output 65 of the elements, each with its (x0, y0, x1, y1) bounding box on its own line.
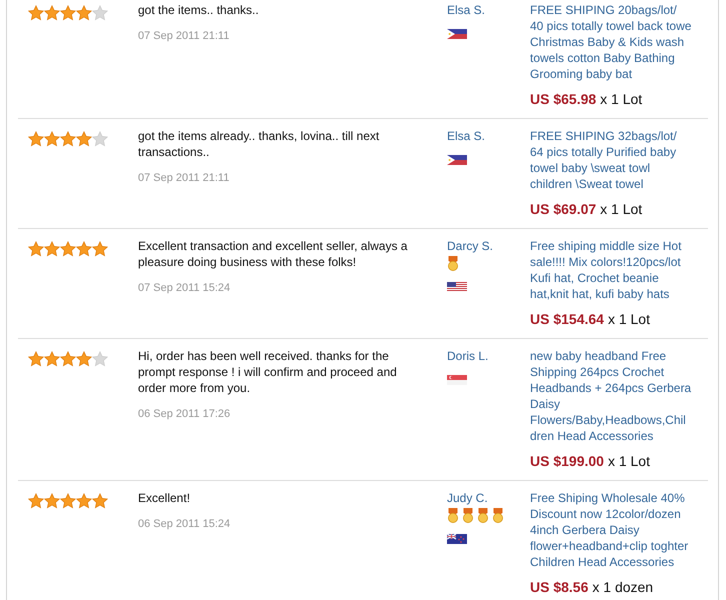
star-icon (28, 131, 44, 147)
medal-icon (447, 256, 459, 271)
star-icon (60, 131, 76, 147)
buyer-name-link[interactable]: Darcy S. (447, 238, 494, 254)
medal-icon (492, 508, 504, 523)
flag-icon (447, 375, 467, 385)
feedback-date: 07 Sep 2011 21:11 (138, 171, 230, 186)
feedback-date: 07 Sep 2011 21:11 (138, 29, 230, 44)
star-icon (44, 493, 60, 509)
star-icon (44, 131, 60, 147)
star-icon (28, 5, 44, 21)
feedback-text: Excellent! (138, 490, 192, 506)
flag-icon (447, 534, 467, 544)
star-icon (28, 241, 44, 257)
quantity-text: x 1 Lot (600, 90, 642, 108)
medal-icon (462, 508, 474, 523)
star-icon (76, 131, 92, 147)
star-icon (60, 5, 76, 21)
feedback-date: 06 Sep 2011 15:24 (138, 517, 232, 532)
price-text: US $69.07 (530, 200, 596, 218)
buyer-name-link[interactable]: Judy C. (447, 490, 488, 506)
star-icon (44, 241, 60, 257)
star-icon (92, 131, 108, 147)
star-icon (28, 493, 44, 509)
star-icon (76, 493, 92, 509)
feedback-text: Hi, order has been well received. thanks for the prompt response ! i will confirm and proceed and order more from you. (138, 348, 398, 396)
product-title-link[interactable]: Free shiping middle size Hot sale!!!! Mix colors!120pcs/lot Kufi hat, Crochet beanie hat,knit hat, kufi baby hats (530, 238, 692, 302)
buyer-name-link[interactable]: Elsa S. (447, 128, 486, 144)
star-icon (92, 351, 108, 367)
feedback-text: got the items.. thanks.. (138, 2, 260, 18)
star-icon (92, 5, 108, 21)
star-icon (76, 5, 92, 21)
product-title-link[interactable]: Free Shiping Wholesale 40% Discount now 12color/dozen 4inch Gerbera Daisy flower+headband+clip toghter Children Head Accessories (530, 490, 692, 570)
feedback-date: 06 Sep 2011 17:26 (138, 407, 232, 422)
product-title-link[interactable]: FREE SHIPING 32bags/lot/ 64 pics totally Purified baby towel baby \sweat towl children \Sweat towel (530, 128, 692, 192)
star-icon (60, 493, 76, 509)
feedback-date: 07 Sep 2011 15:24 (138, 281, 232, 296)
quantity-text: x 1 Lot (600, 200, 642, 218)
star-icon (44, 5, 60, 21)
star-icon (60, 351, 76, 367)
flag-icon (447, 155, 467, 165)
price-text: US $199.00 (530, 452, 604, 470)
star-icon (76, 351, 92, 367)
flag-icon (447, 282, 467, 292)
flag-icon (447, 29, 467, 39)
medal-icon (447, 508, 459, 523)
star-icon (28, 351, 44, 367)
medal-icon (477, 508, 489, 523)
price-text: US $65.98 (530, 90, 596, 108)
product-title-link[interactable]: FREE SHIPING 20bags/lot/ 40 pics totally towel back towe Christmas Baby & Kids wash towels cotton Baby Bathing Grooming baby bat (530, 2, 692, 82)
star-icon (60, 241, 76, 257)
price-text: US $154.64 (530, 310, 604, 328)
feedback-text: got the items already.. thanks, lovina.. till next transactions.. (138, 128, 380, 160)
buyer-name-link[interactable]: Doris L. (447, 348, 488, 364)
star-icon (44, 351, 60, 367)
buyer-name-link[interactable]: Elsa S. (447, 2, 486, 18)
quantity-text: x 1 Lot (608, 310, 650, 328)
star-icon (76, 241, 92, 257)
price-text: US $8.56 (530, 578, 588, 596)
star-icon (92, 493, 108, 509)
star-icon (92, 241, 108, 257)
quantity-text: x 1 dozen (592, 578, 654, 596)
quantity-text: x 1 Lot (608, 452, 650, 470)
feedback-text: Excellent transaction and excellent seller, always a pleasure doing business with these folks! (138, 238, 408, 270)
product-title-link[interactable]: new baby headband Free Shipping 264pcs Crochet Headbands + 264pcs Gerbera Daisy Flowers/Baby,Headbows,Children Head Accessories (530, 348, 692, 444)
